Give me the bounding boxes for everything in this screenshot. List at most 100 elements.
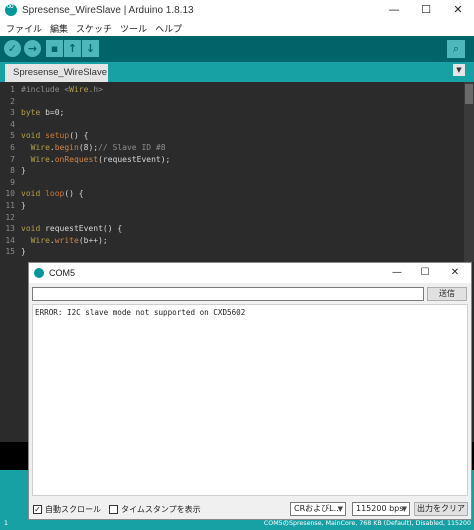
line-number: 5 xyxy=(10,131,15,141)
maximize-button[interactable]: ☐ xyxy=(410,0,442,20)
code-text: } xyxy=(21,200,26,212)
line-number: 7 xyxy=(10,154,15,164)
code-line: 3 byte b=0; xyxy=(0,107,474,119)
code-token: Wire xyxy=(30,143,50,152)
timestamp-check-icon xyxy=(109,505,118,514)
send-button[interactable]: 送信 xyxy=(427,287,467,301)
line-number: 10 xyxy=(5,189,15,199)
line-number: 9 xyxy=(10,177,15,187)
code-text: } xyxy=(21,246,26,258)
code-token: () { xyxy=(69,131,89,141)
upload-button[interactable]: → xyxy=(24,40,41,57)
line-ending-select[interactable]: CRおよびL... ▼ xyxy=(290,502,346,516)
line-number: 11 xyxy=(5,201,15,210)
arduino-logo-icon xyxy=(34,268,44,278)
code-token: void xyxy=(21,224,41,234)
baud-rate-value: 115200 bps xyxy=(356,504,404,513)
menu-tools[interactable]: ツール xyxy=(120,22,147,35)
menu-edit[interactable]: 編集 xyxy=(50,22,68,35)
code-token: #include < xyxy=(21,85,70,94)
toolbar: ✓ → ▪ ↑ ↓ ⌕ xyxy=(0,36,474,62)
code-token: loop xyxy=(45,189,65,199)
baud-rate-select[interactable]: 115200 bps ▼ xyxy=(352,502,410,516)
code-token: } xyxy=(21,166,26,176)
code-text: Wire.onRequest(requestEvent); xyxy=(21,154,171,166)
clear-output-button[interactable]: 出力をクリア xyxy=(414,502,468,516)
code-line: 6 Wire.begin(8);// Slave ID #8 xyxy=(0,142,474,154)
menu-bar: ファイル 編集 スケッチ ツール ヘルプ xyxy=(0,20,474,36)
code-token: void xyxy=(21,189,41,199)
line-number: 4 xyxy=(10,119,15,129)
code-token: .h> xyxy=(88,85,103,94)
code-token: setup xyxy=(45,131,70,141)
line-number: 1 xyxy=(10,85,15,94)
serial-send-input[interactable] xyxy=(32,287,424,301)
code-token: onRequest xyxy=(54,154,99,164)
code-line: 13 void requestEvent() { xyxy=(0,223,474,235)
line-number: 12 xyxy=(5,212,15,222)
code-line: 1 #include <Wire.h> xyxy=(0,84,474,96)
timestamp-checkbox[interactable]: タイムスタンプを表示 xyxy=(109,504,201,515)
autoscroll-check-icon: ✓ xyxy=(33,505,42,514)
verify-button[interactable]: ✓ xyxy=(4,40,21,57)
code-token: // Slave ID #8 xyxy=(98,143,166,152)
tab-sketch[interactable]: Spresense_WireSlave xyxy=(5,64,108,82)
code-line: 7 Wire.onRequest(requestEvent); xyxy=(0,154,474,166)
minimize-button[interactable]: — xyxy=(378,0,410,20)
menu-file[interactable]: ファイル xyxy=(6,22,42,35)
new-sketch-button[interactable]: ▪ xyxy=(46,40,63,57)
menu-help[interactable]: ヘルプ xyxy=(155,22,182,35)
serial-close-button[interactable]: ✕ xyxy=(441,263,469,283)
arduino-ide-window: Spresense_WireSlave | Arduino 1.8.13 — ☐… xyxy=(0,0,474,530)
code-token: byte xyxy=(21,108,41,118)
serial-window-title: COM5 xyxy=(49,268,76,278)
code-token: b=0; xyxy=(40,108,65,118)
code-line: 4 xyxy=(0,119,474,131)
line-number: 2 xyxy=(10,96,15,106)
serial-output-text: ERROR: I2C slave mode not supported on C… xyxy=(35,308,246,317)
menu-sketch[interactable]: スケッチ xyxy=(76,22,112,35)
serial-minimize-button[interactable]: — xyxy=(383,263,411,283)
code-text: } xyxy=(21,165,26,177)
code-token: Wire xyxy=(30,154,50,164)
code-token: } xyxy=(21,247,26,257)
code-line: 11} xyxy=(0,200,474,212)
line-number: 8 xyxy=(10,166,15,176)
editor-scrollbar[interactable] xyxy=(464,82,474,262)
autoscroll-checkbox[interactable]: ✓ 自動スクロール xyxy=(33,504,101,515)
code-line: 2 xyxy=(0,96,474,108)
serial-output[interactable]: ERROR: I2C slave mode not supported on C… xyxy=(32,304,468,496)
tab-menu-button[interactable]: ▼ xyxy=(453,64,465,76)
code-text: Wire.write(b++); xyxy=(21,235,108,247)
open-sketch-button[interactable]: ↑ xyxy=(64,40,81,57)
code-token: Wire xyxy=(69,85,89,94)
title-bar: Spresense_WireSlave | Arduino 1.8.13 — ☐… xyxy=(0,0,474,20)
save-sketch-button[interactable]: ↓ xyxy=(82,40,99,57)
line-number: 15 xyxy=(5,247,15,257)
code-line: 5 void setup() { xyxy=(0,130,474,142)
serial-bottom-bar: ✓ 自動スクロール タイムスタンプを表示 CRおよびL... ▼ 115200 … xyxy=(29,499,471,519)
code-token: (b++); xyxy=(78,235,108,245)
serial-maximize-button[interactable]: ☐ xyxy=(411,263,439,283)
line-number: 14 xyxy=(5,235,15,245)
code-token: begin xyxy=(54,143,79,152)
serial-monitor-window: COM5 — ☐ ✕ 送信 ERROR: I2C slave mode not … xyxy=(28,262,472,520)
arduino-logo-icon xyxy=(5,1,17,16)
close-button[interactable]: ✕ xyxy=(442,0,474,20)
code-text: void requestEvent() { xyxy=(21,223,122,235)
serial-monitor-button[interactable]: ⌕ xyxy=(447,40,465,58)
window-title: Spresense_WireSlave | Arduino 1.8.13 xyxy=(22,4,194,16)
code-line: 14 Wire.write(b++); xyxy=(0,235,474,247)
editor-scroll-thumb[interactable] xyxy=(465,84,473,104)
timestamp-label: タイムスタンプを表示 xyxy=(121,505,201,514)
line-ending-value: CRおよびL... xyxy=(294,504,342,513)
line-number: 3 xyxy=(10,108,15,118)
code-text: Wire.begin(8);// Slave ID #8 xyxy=(21,142,166,154)
code-line: 9 xyxy=(0,177,474,189)
code-line: 8} xyxy=(0,165,474,177)
code-line: 15} xyxy=(0,246,474,258)
serial-title-bar: COM5 — ☐ ✕ xyxy=(29,263,471,283)
